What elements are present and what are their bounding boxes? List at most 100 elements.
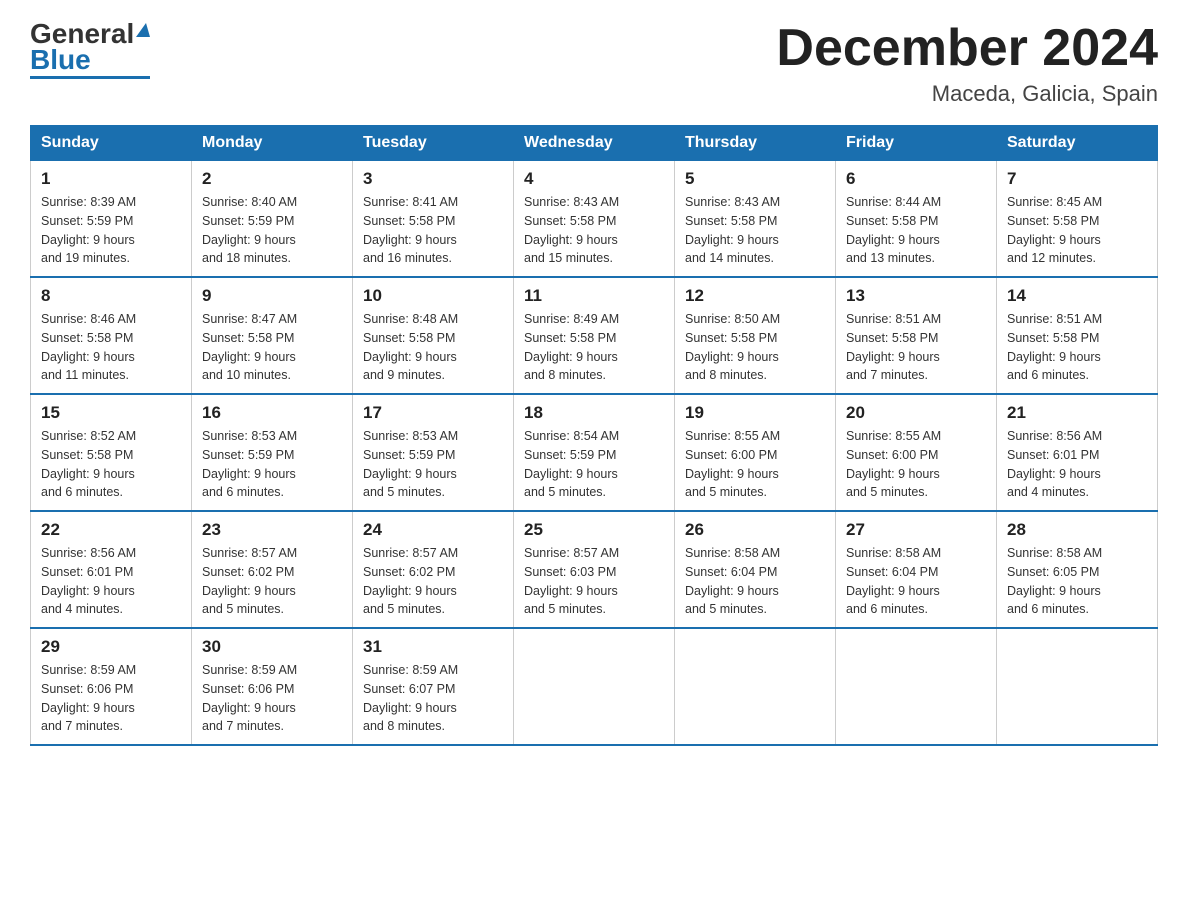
day-number: 25: [524, 520, 664, 540]
day-info: Sunrise: 8:40 AM Sunset: 5:59 PM Dayligh…: [202, 193, 342, 268]
week-row-1: 1 Sunrise: 8:39 AM Sunset: 5:59 PM Dayli…: [31, 161, 1158, 278]
day-info: Sunrise: 8:41 AM Sunset: 5:58 PM Dayligh…: [363, 193, 503, 268]
day-number: 12: [685, 286, 825, 306]
calendar-cell: 14 Sunrise: 8:51 AM Sunset: 5:58 PM Dayl…: [997, 277, 1158, 394]
calendar-cell: 30 Sunrise: 8:59 AM Sunset: 6:06 PM Dayl…: [192, 628, 353, 745]
calendar-table: SundayMondayTuesdayWednesdayThursdayFrid…: [30, 125, 1158, 746]
day-number: 11: [524, 286, 664, 306]
day-number: 19: [685, 403, 825, 423]
day-number: 26: [685, 520, 825, 540]
day-info: Sunrise: 8:51 AM Sunset: 5:58 PM Dayligh…: [846, 310, 986, 385]
day-info: Sunrise: 8:53 AM Sunset: 5:59 PM Dayligh…: [202, 427, 342, 502]
weekday-header-row: SundayMondayTuesdayWednesdayThursdayFrid…: [31, 126, 1158, 161]
calendar-cell: 7 Sunrise: 8:45 AM Sunset: 5:58 PM Dayli…: [997, 161, 1158, 278]
week-row-3: 15 Sunrise: 8:52 AM Sunset: 5:58 PM Dayl…: [31, 394, 1158, 511]
calendar-cell: 29 Sunrise: 8:59 AM Sunset: 6:06 PM Dayl…: [31, 628, 192, 745]
calendar-cell: 11 Sunrise: 8:49 AM Sunset: 5:58 PM Dayl…: [514, 277, 675, 394]
day-info: Sunrise: 8:43 AM Sunset: 5:58 PM Dayligh…: [524, 193, 664, 268]
day-number: 7: [1007, 169, 1147, 189]
calendar-cell: 9 Sunrise: 8:47 AM Sunset: 5:58 PM Dayli…: [192, 277, 353, 394]
calendar-cell: [997, 628, 1158, 745]
calendar-cell: [514, 628, 675, 745]
calendar-cell: 15 Sunrise: 8:52 AM Sunset: 5:58 PM Dayl…: [31, 394, 192, 511]
logo-triangle-icon: [136, 23, 150, 37]
calendar-cell: 1 Sunrise: 8:39 AM Sunset: 5:59 PM Dayli…: [31, 161, 192, 278]
calendar-cell: 28 Sunrise: 8:58 AM Sunset: 6:05 PM Dayl…: [997, 511, 1158, 628]
day-number: 29: [41, 637, 181, 657]
day-info: Sunrise: 8:57 AM Sunset: 6:02 PM Dayligh…: [202, 544, 342, 619]
day-number: 21: [1007, 403, 1147, 423]
calendar-cell: 4 Sunrise: 8:43 AM Sunset: 5:58 PM Dayli…: [514, 161, 675, 278]
day-info: Sunrise: 8:43 AM Sunset: 5:58 PM Dayligh…: [685, 193, 825, 268]
day-info: Sunrise: 8:58 AM Sunset: 6:04 PM Dayligh…: [846, 544, 986, 619]
day-number: 13: [846, 286, 986, 306]
day-number: 31: [363, 637, 503, 657]
week-row-2: 8 Sunrise: 8:46 AM Sunset: 5:58 PM Dayli…: [31, 277, 1158, 394]
calendar-cell: 6 Sunrise: 8:44 AM Sunset: 5:58 PM Dayli…: [836, 161, 997, 278]
calendar-cell: 10 Sunrise: 8:48 AM Sunset: 5:58 PM Dayl…: [353, 277, 514, 394]
calendar-cell: [836, 628, 997, 745]
weekday-header-monday: Monday: [192, 126, 353, 161]
day-number: 2: [202, 169, 342, 189]
logo-text-blue: Blue: [30, 46, 91, 74]
day-number: 27: [846, 520, 986, 540]
week-row-4: 22 Sunrise: 8:56 AM Sunset: 6:01 PM Dayl…: [31, 511, 1158, 628]
day-info: Sunrise: 8:59 AM Sunset: 6:07 PM Dayligh…: [363, 661, 503, 736]
weekday-header-saturday: Saturday: [997, 126, 1158, 161]
calendar-cell: 8 Sunrise: 8:46 AM Sunset: 5:58 PM Dayli…: [31, 277, 192, 394]
week-row-5: 29 Sunrise: 8:59 AM Sunset: 6:06 PM Dayl…: [31, 628, 1158, 745]
calendar-cell: [675, 628, 836, 745]
calendar-cell: 25 Sunrise: 8:57 AM Sunset: 6:03 PM Dayl…: [514, 511, 675, 628]
day-info: Sunrise: 8:58 AM Sunset: 6:04 PM Dayligh…: [685, 544, 825, 619]
calendar-cell: 24 Sunrise: 8:57 AM Sunset: 6:02 PM Dayl…: [353, 511, 514, 628]
day-info: Sunrise: 8:44 AM Sunset: 5:58 PM Dayligh…: [846, 193, 986, 268]
day-number: 3: [363, 169, 503, 189]
location-title: Maceda, Galicia, Spain: [776, 81, 1158, 107]
weekday-header-thursday: Thursday: [675, 126, 836, 161]
day-number: 9: [202, 286, 342, 306]
day-number: 17: [363, 403, 503, 423]
day-info: Sunrise: 8:46 AM Sunset: 5:58 PM Dayligh…: [41, 310, 181, 385]
month-title: December 2024: [776, 20, 1158, 77]
day-number: 18: [524, 403, 664, 423]
day-number: 15: [41, 403, 181, 423]
day-info: Sunrise: 8:57 AM Sunset: 6:02 PM Dayligh…: [363, 544, 503, 619]
day-number: 20: [846, 403, 986, 423]
calendar-cell: 5 Sunrise: 8:43 AM Sunset: 5:58 PM Dayli…: [675, 161, 836, 278]
calendar-cell: 26 Sunrise: 8:58 AM Sunset: 6:04 PM Dayl…: [675, 511, 836, 628]
day-number: 10: [363, 286, 503, 306]
day-number: 23: [202, 520, 342, 540]
day-info: Sunrise: 8:59 AM Sunset: 6:06 PM Dayligh…: [41, 661, 181, 736]
day-number: 8: [41, 286, 181, 306]
day-number: 30: [202, 637, 342, 657]
day-info: Sunrise: 8:53 AM Sunset: 5:59 PM Dayligh…: [363, 427, 503, 502]
day-info: Sunrise: 8:59 AM Sunset: 6:06 PM Dayligh…: [202, 661, 342, 736]
day-number: 6: [846, 169, 986, 189]
day-info: Sunrise: 8:56 AM Sunset: 6:01 PM Dayligh…: [1007, 427, 1147, 502]
calendar-cell: 27 Sunrise: 8:58 AM Sunset: 6:04 PM Dayl…: [836, 511, 997, 628]
weekday-header-tuesday: Tuesday: [353, 126, 514, 161]
day-number: 4: [524, 169, 664, 189]
day-info: Sunrise: 8:51 AM Sunset: 5:58 PM Dayligh…: [1007, 310, 1147, 385]
day-info: Sunrise: 8:55 AM Sunset: 6:00 PM Dayligh…: [685, 427, 825, 502]
page-header: General Blue December 2024 Maceda, Galic…: [30, 20, 1158, 107]
calendar-cell: 17 Sunrise: 8:53 AM Sunset: 5:59 PM Dayl…: [353, 394, 514, 511]
calendar-cell: 13 Sunrise: 8:51 AM Sunset: 5:58 PM Dayl…: [836, 277, 997, 394]
day-number: 16: [202, 403, 342, 423]
day-number: 24: [363, 520, 503, 540]
day-info: Sunrise: 8:50 AM Sunset: 5:58 PM Dayligh…: [685, 310, 825, 385]
day-info: Sunrise: 8:49 AM Sunset: 5:58 PM Dayligh…: [524, 310, 664, 385]
calendar-cell: 19 Sunrise: 8:55 AM Sunset: 6:00 PM Dayl…: [675, 394, 836, 511]
day-info: Sunrise: 8:55 AM Sunset: 6:00 PM Dayligh…: [846, 427, 986, 502]
day-info: Sunrise: 8:54 AM Sunset: 5:59 PM Dayligh…: [524, 427, 664, 502]
day-info: Sunrise: 8:48 AM Sunset: 5:58 PM Dayligh…: [363, 310, 503, 385]
day-info: Sunrise: 8:57 AM Sunset: 6:03 PM Dayligh…: [524, 544, 664, 619]
day-number: 14: [1007, 286, 1147, 306]
day-number: 1: [41, 169, 181, 189]
calendar-cell: 3 Sunrise: 8:41 AM Sunset: 5:58 PM Dayli…: [353, 161, 514, 278]
day-number: 22: [41, 520, 181, 540]
calendar-cell: 18 Sunrise: 8:54 AM Sunset: 5:59 PM Dayl…: [514, 394, 675, 511]
day-info: Sunrise: 8:47 AM Sunset: 5:58 PM Dayligh…: [202, 310, 342, 385]
day-info: Sunrise: 8:58 AM Sunset: 6:05 PM Dayligh…: [1007, 544, 1147, 619]
calendar-cell: 23 Sunrise: 8:57 AM Sunset: 6:02 PM Dayl…: [192, 511, 353, 628]
